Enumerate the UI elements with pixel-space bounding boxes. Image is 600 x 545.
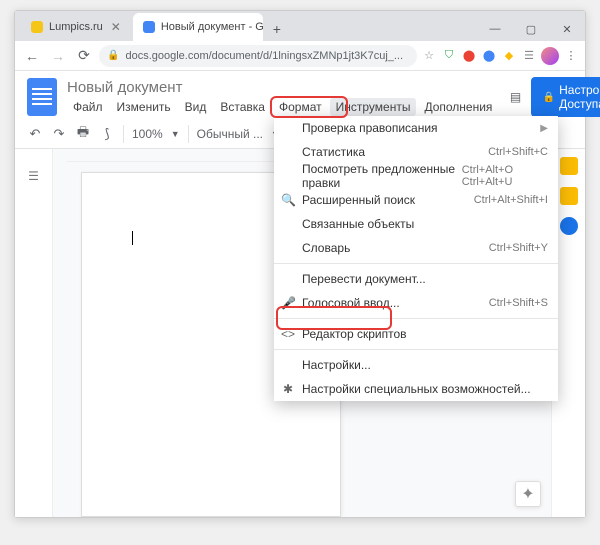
favicon (31, 21, 43, 33)
menuitem-spellcheck[interactable]: Проверка правописания ▶ (274, 116, 558, 140)
menu-format[interactable]: Формат (273, 98, 328, 116)
zoom-select[interactable]: 100% (132, 127, 163, 141)
browser-tab[interactable]: Lumpics.ru ✕ (21, 13, 131, 41)
tab-close-icon[interactable]: ✕ (111, 20, 121, 34)
menuitem-accessibility[interactable]: ✱ Настройки специальных возможностей... (274, 377, 558, 401)
nav-back-button[interactable]: ← (21, 45, 43, 67)
favicon (143, 21, 155, 33)
window-maximize-button[interactable]: ▢ (513, 17, 549, 41)
explore-icon: 🔍 (281, 193, 295, 207)
share-button[interactable]: Настройки Доступа (531, 77, 600, 117)
url-text: docs.google.com/document/d/1lningsxZMNp1… (125, 50, 403, 62)
share-label: Настройки Доступа (559, 83, 600, 111)
tools-dropdown: Проверка правописания ▶ Статистика Ctrl+… (274, 116, 558, 401)
menubar: Файл Изменить Вид Вставка Формат Инструм… (67, 98, 498, 116)
menuitem-dictionary[interactable]: Словарь Ctrl+Shift+Y (274, 236, 558, 260)
text-cursor (132, 231, 133, 245)
tab-label: Новый документ - Google Док... (161, 21, 263, 33)
ext-icon[interactable]: ☰ (521, 48, 537, 64)
nav-forward-button[interactable]: → (47, 45, 69, 67)
browser-tab[interactable]: Новый документ - Google Док... ✕ (133, 13, 263, 41)
url-field[interactable]: 🔒 docs.google.com/document/d/1lningsxZMN… (99, 45, 417, 67)
menu-file[interactable]: Файл (67, 98, 109, 116)
ext-icon[interactable]: ⬤ (481, 48, 497, 64)
lock-icon: 🔒 (107, 50, 119, 61)
menuitem-explore[interactable]: 🔍 Расширенный поиск Ctrl+Alt+Shift+I (274, 188, 558, 212)
menuitem-preferences[interactable]: Настройки... (274, 353, 558, 377)
profile-avatar[interactable] (541, 47, 559, 65)
undo-icon[interactable]: ↶ (27, 126, 43, 142)
nav-reload-button[interactable]: ⟳ (73, 45, 95, 67)
menu-insert[interactable]: Вставка (214, 98, 271, 116)
menu-edit[interactable]: Изменить (111, 98, 177, 116)
menu-dots-icon[interactable]: ⋮ (563, 48, 579, 64)
print-icon[interactable]: 🖶 (75, 126, 91, 142)
keep-icon[interactable] (560, 187, 578, 205)
chevron-right-icon: ▶ (540, 123, 548, 134)
menu-tools[interactable]: Инструменты (330, 98, 417, 116)
app-window: Lumpics.ru ✕ Новый документ - Google Док… (14, 10, 586, 518)
menuitem-linked-objects[interactable]: Связанные объекты (274, 212, 558, 236)
extension-icons: ☆ ⛉ ⬤ ⬤ ◆ ☰ ⋮ (421, 47, 579, 65)
comments-icon[interactable]: ▤ (508, 87, 522, 107)
style-select[interactable]: Обычный ... (197, 127, 263, 141)
browser-tabstrip: Lumpics.ru ✕ Новый документ - Google Док… (15, 11, 585, 41)
explore-fab[interactable]: ✦ (515, 481, 541, 507)
ext-icon[interactable]: ⛉ (441, 48, 457, 64)
window-minimize-button[interactable]: — (477, 17, 513, 41)
doc-header: Новый документ Файл Изменить Вид Вставка… (15, 71, 585, 119)
menuitem-wordcount[interactable]: Статистика Ctrl+Shift+C (274, 140, 558, 164)
menuitem-script-editor[interactable]: <> Редактор скриптов (274, 322, 558, 346)
window-close-button[interactable]: ✕ (549, 17, 585, 41)
script-icon: <> (281, 327, 295, 341)
star-icon[interactable]: ☆ (421, 48, 437, 64)
vertical-ruler (53, 149, 67, 517)
outline-icon[interactable]: ☰ (28, 169, 39, 183)
doc-title[interactable]: Новый документ (67, 79, 498, 96)
ext-icon[interactable]: ◆ (501, 48, 517, 64)
doc-title-area: Новый документ Файл Изменить Вид Вставка… (67, 79, 498, 116)
docs-logo-icon[interactable] (27, 78, 57, 116)
tab-label: Lumpics.ru (49, 21, 103, 33)
left-sidebar: ☰ (15, 149, 53, 517)
menuitem-review-edits[interactable]: Посмотреть предложенные правки Ctrl+Alt+… (274, 164, 558, 188)
menuitem-voice-typing[interactable]: 🎤 Голосовой ввод... Ctrl+Shift+S (274, 291, 558, 315)
menuitem-translate[interactable]: Перевести документ... (274, 267, 558, 291)
calendar-icon[interactable] (560, 157, 578, 175)
accessibility-icon: ✱ (281, 382, 295, 396)
menu-view[interactable]: Вид (179, 98, 213, 116)
address-bar: ← → ⟳ 🔒 docs.google.com/document/d/1lnin… (15, 41, 585, 71)
new-tab-button[interactable]: + (265, 17, 289, 41)
tasks-icon[interactable] (560, 217, 578, 235)
ext-icon[interactable]: ⬤ (461, 48, 477, 64)
menu-addons[interactable]: Дополнения (418, 98, 498, 116)
redo-icon[interactable]: ↷ (51, 126, 67, 142)
paint-format-icon[interactable]: ⟆ (99, 126, 115, 142)
microphone-icon: 🎤 (281, 296, 295, 310)
